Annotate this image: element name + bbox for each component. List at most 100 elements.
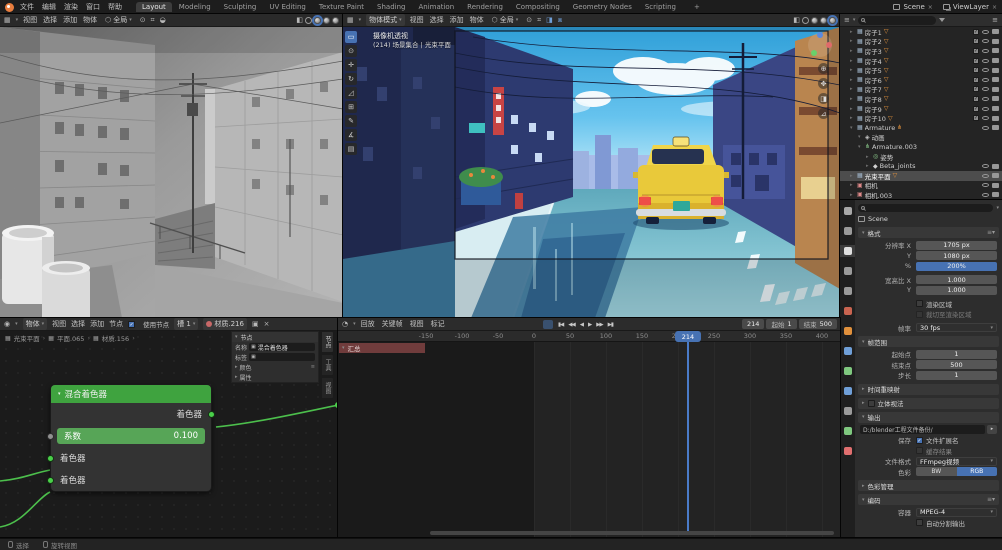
use-nodes-checkbox[interactable]: ✓ [128,321,135,328]
tool-move[interactable]: ✛ [345,59,357,71]
hide-viewport-icon[interactable] [982,107,989,111]
node-name-row[interactable]: 名称 ▣混合着色器 [232,342,318,352]
pan-icon[interactable]: ✥ [818,78,829,89]
shading-solid-icon[interactable] [314,17,321,24]
hide-viewport-icon[interactable] [982,193,989,197]
frame-range-row[interactable]: 步长 1 [858,370,999,381]
disable-render-icon[interactable] [992,39,999,44]
selectable-checkbox-icon[interactable]: ✓ [973,115,979,121]
scene-selector[interactable]: Scene × [893,3,932,11]
editor-type-icon[interactable]: ▦ [347,16,354,24]
outliner-row-光束平面[interactable]: 光束平面 ✓ [840,171,1002,181]
expand-icon[interactable] [850,29,855,35]
menu-item[interactable]: 编辑 [42,2,56,12]
outliner-row-房子8[interactable]: 房子8 ✓ [840,94,1002,104]
properties-tab-object-data[interactable] [840,425,855,437]
transform-orientation[interactable]: ⬡全局▾ [489,14,522,26]
outliner-row-房子6[interactable]: 房子6 ✓ [840,75,1002,85]
expand-icon[interactable] [850,48,855,54]
shader-input-socket-1[interactable] [47,455,54,462]
frame-start-field[interactable]: 起始1 [766,319,796,329]
remove-view-layer-icon[interactable]: × [992,4,997,11]
filter-icon[interactable] [939,18,945,22]
expand-icon[interactable] [850,106,855,112]
disable-render-icon[interactable] [992,48,999,53]
color-management-section-header[interactable]: ▸色彩管理 [858,480,999,491]
viewport-menu[interactable]: 选择 [430,15,444,25]
shader-menu[interactable]: 添加 [90,319,104,329]
expand-icon[interactable] [850,115,855,121]
slot-dropdown[interactable]: 槽 1▾ [174,318,198,330]
transform-orientation[interactable]: ⬡全局▾ [102,14,135,26]
properties-tab-material[interactable] [840,445,855,457]
field-value[interactable]: 1 [916,350,997,359]
properties-tab-physics[interactable] [840,385,855,397]
rgb-button[interactable]: RGB [957,467,998,476]
outliner-row-房子10[interactable]: 房子10 ✓ [840,113,1002,123]
tool-cursor[interactable]: ⊙ [345,45,357,57]
hide-viewport-icon[interactable] [982,126,989,130]
transport-button-jump-to-end[interactable]: ▶▮ [606,321,615,329]
selectable-checkbox-icon[interactable]: ✓ [973,58,979,64]
node-panel-header[interactable]: ▾节点 [232,332,318,342]
format-section-header[interactable]: ▾格式 ≡▾ [858,227,999,238]
format-row[interactable]: Y 1.000 [858,285,999,296]
outliner-row-房子9[interactable]: 房子9 ✓ [840,104,1002,114]
hide-viewport-icon[interactable] [982,183,989,187]
disable-render-icon[interactable] [992,106,999,111]
mode-dropdown[interactable]: 物体模式▾ [366,14,405,26]
hide-viewport-icon[interactable] [982,174,989,178]
cache-result-checkbox[interactable] [916,447,923,454]
shader-menu[interactable]: 视图 [52,319,66,329]
properties-tab-tool[interactable] [840,205,855,217]
disable-render-icon[interactable] [992,183,999,188]
hide-viewport-icon[interactable] [982,164,989,168]
selectable-checkbox-icon[interactable]: ✓ [973,86,979,92]
field-value[interactable]: 200% [916,262,997,271]
properties-tab-world[interactable] [840,305,855,317]
disable-render-icon[interactable] [992,125,999,130]
folder-browse-icon[interactable]: ▸ [987,425,997,434]
proportional-edit-icon[interactable]: ◒ [160,16,166,24]
container-row[interactable]: 容器 MPEG-4▾ [858,507,999,518]
format-row[interactable]: 宽高比 X 1.000 [858,275,999,286]
shader-output-socket[interactable] [208,411,215,418]
file-extension-checkbox[interactable]: ✓ [916,437,923,444]
format-row[interactable]: Y 1080 px [858,251,999,262]
editor-type-icon[interactable]: ≡ [844,16,850,24]
expand-icon[interactable] [850,67,855,73]
field-value[interactable]: 1.000 [916,286,997,295]
viewport-menu[interactable]: 视图 [410,15,424,25]
unlink-scene-icon[interactable]: × [928,4,933,11]
transport-button-play-reverse[interactable]: ◀ [578,321,585,329]
tool-scale[interactable]: ◿ [345,87,357,99]
shader-menu[interactable]: 节点 [109,319,123,329]
field-value[interactable]: 1705 px [916,241,997,250]
selectable-checkbox-icon[interactable]: ✓ [973,96,979,102]
output-path-row[interactable]: D:/blender工程文件备份/ ▸ [858,425,999,436]
frame-range-row[interactable]: 起始点 1 [858,349,999,360]
properties-subpanel-header[interactable]: ▸属性 [232,372,318,382]
tool-transform[interactable]: ⊞ [345,101,357,113]
transport-button-play[interactable]: ▶ [586,321,593,329]
workspace-tab[interactable]: Layout [136,2,172,12]
selectable-checkbox-icon[interactable]: ✓ [973,48,979,54]
disable-render-icon[interactable] [992,192,999,197]
viewport-rendered-canvas[interactable]: 摄像机透视 (214) 场景集合 | 光束平面 ▭⊙✛↻◿⊞✎∡▤ ⊕ ✥ ◨ … [343,27,840,318]
file-format-dropdown[interactable]: FFmpeg视频▾ [916,457,997,466]
expand-icon[interactable] [850,125,855,131]
crop-row[interactable]: 裁切至渲染区域 [858,309,999,320]
workspace-tab[interactable]: Animation [412,2,460,12]
outliner-row-房子7[interactable]: 房子7 ✓ [840,85,1002,95]
workspace-tab[interactable]: Compositing [510,2,566,12]
file-format-row[interactable]: 文件格式 FFmpeg视频▾ [858,456,999,467]
outliner-row-房子5[interactable]: 房子5 ✓ [840,65,1002,75]
properties-tab-constraints[interactable] [840,405,855,417]
autosplit-row[interactable]: 自动分割输出 [858,518,999,529]
viewport-menu[interactable]: 物体 [470,15,484,25]
current-frame-field[interactable]: 214 [742,319,764,329]
outliner-row-房子2[interactable]: 房子2 ✓ [840,37,1002,47]
camera-view-icon[interactable]: ◨ [818,93,829,104]
node-header[interactable]: ▾混合着色器 [51,385,211,403]
presets-icon[interactable]: ≡▾ [987,229,995,236]
